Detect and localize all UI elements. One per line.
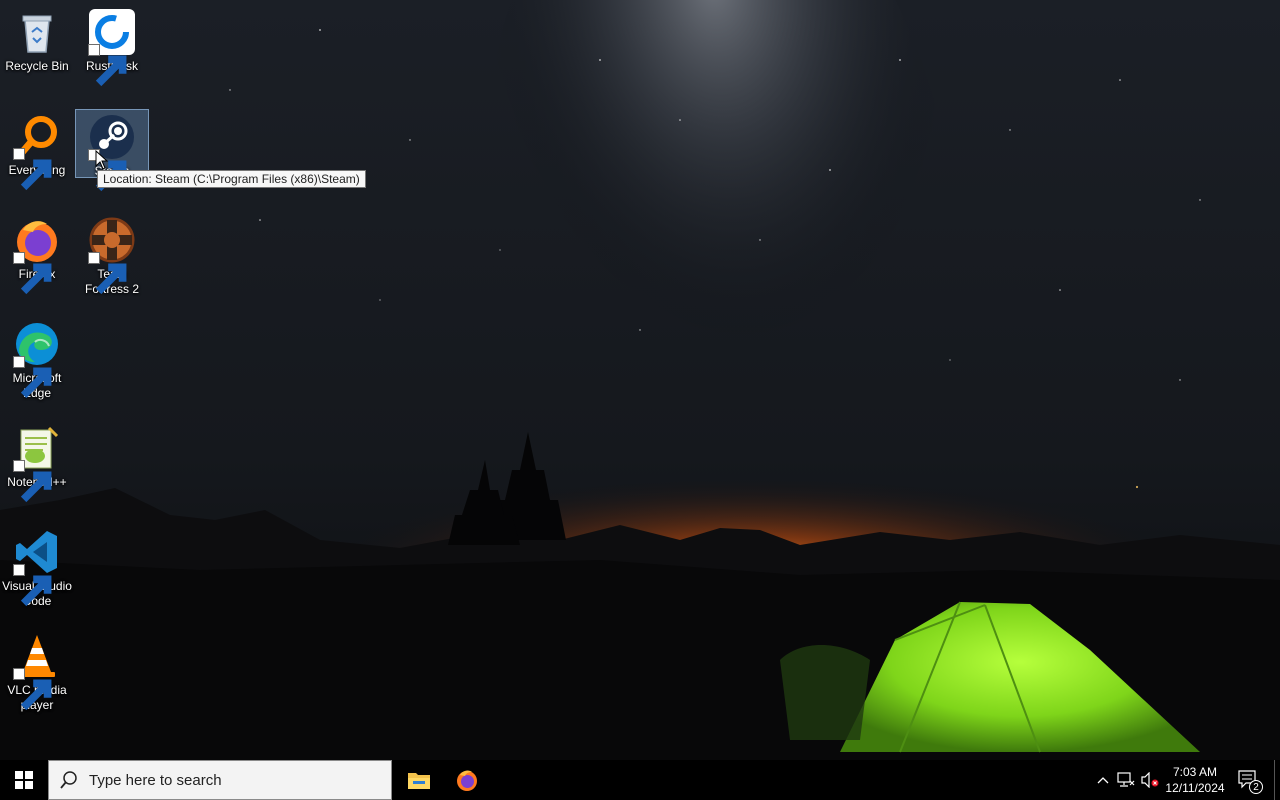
action-center-button[interactable]: 2: [1232, 760, 1266, 800]
vscode-icon: [13, 528, 61, 607]
shortcut-arrow-icon: [13, 252, 52, 295]
clock-date: 12/11/2024: [1165, 781, 1225, 795]
shortcut-arrow-icon: [13, 356, 52, 399]
steam-location-tooltip: Location: Steam (C:\Program Files (x86)\…: [97, 170, 366, 188]
clock-button[interactable]: 7:03 AM 12/11/2024: [1162, 760, 1228, 800]
network-disconnected-icon: [1117, 772, 1135, 787]
clock-time: 7:03 AM: [1172, 765, 1218, 779]
chevron-up-icon: [1097, 777, 1109, 784]
desktop-icon-firefox[interactable]: Firefox: [0, 212, 74, 295]
shortcut-arrow-icon: [13, 148, 52, 191]
desktop-icon-steam[interactable]: Steam: [75, 109, 149, 192]
notification-count-badge: 2: [1249, 780, 1263, 794]
shortcut-arrow-icon: [13, 460, 52, 503]
shortcut-arrow-icon: [13, 564, 52, 607]
search-icon: [60, 771, 77, 789]
desktop-icon-everything[interactable]: Everything: [0, 108, 74, 191]
desktop-icon-visual-studio-code[interactable]: Visual Studio Code: [0, 524, 74, 610]
volume-button[interactable]: [1139, 760, 1161, 800]
desktop-icon-microsoft-edge[interactable]: Microsoft Edge: [0, 316, 74, 402]
desktop-icon-recycle-bin[interactable]: Recycle Bin: [0, 4, 74, 75]
vlc-cone-icon: [13, 632, 61, 711]
windows-logo-icon: [15, 771, 33, 789]
start-button[interactable]: [0, 760, 48, 800]
taskbar-search-box[interactable]: Type here to search: [48, 760, 392, 800]
show-hidden-icons-button[interactable]: [1092, 760, 1114, 800]
desktop-icon-notepad-plus-plus[interactable]: Notepad++: [0, 420, 74, 503]
rustdesk-icon: [88, 8, 136, 87]
recycle-bin-icon: [13, 8, 61, 56]
mouse-cursor-icon: [95, 150, 109, 170]
notepad-plus-plus-icon: [13, 424, 61, 503]
firefox-icon: [13, 216, 61, 295]
taskbar-file-explorer-button[interactable]: [396, 760, 442, 800]
shortcut-arrow-icon: [88, 44, 127, 87]
file-explorer-icon: [408, 773, 430, 789]
desktop-icon-rustdesk[interactable]: RustDesk: [75, 4, 149, 87]
shortcut-arrow-icon: [13, 668, 52, 711]
desktop-icon-vlc-media-player[interactable]: VLC media player: [0, 628, 74, 714]
firefox-icon: [457, 770, 477, 791]
desktop-icon-team-fortress-2[interactable]: Team Fortress 2: [75, 212, 149, 298]
desktop-wallpaper: [0, 0, 1280, 760]
speaker-muted-icon: [1141, 772, 1159, 788]
team-fortress-2-icon: [88, 216, 136, 295]
taskbar-firefox-button[interactable]: [444, 760, 490, 800]
desktop-icon-label: Recycle Bin: [5, 59, 69, 73]
show-desktop-button[interactable]: [1274, 760, 1280, 800]
search-placeholder: Type here to search: [89, 771, 222, 789]
shortcut-arrow-icon: [88, 252, 127, 295]
network-status-button[interactable]: [1115, 760, 1137, 800]
everything-search-icon: [13, 112, 61, 191]
edge-icon: [13, 320, 61, 399]
